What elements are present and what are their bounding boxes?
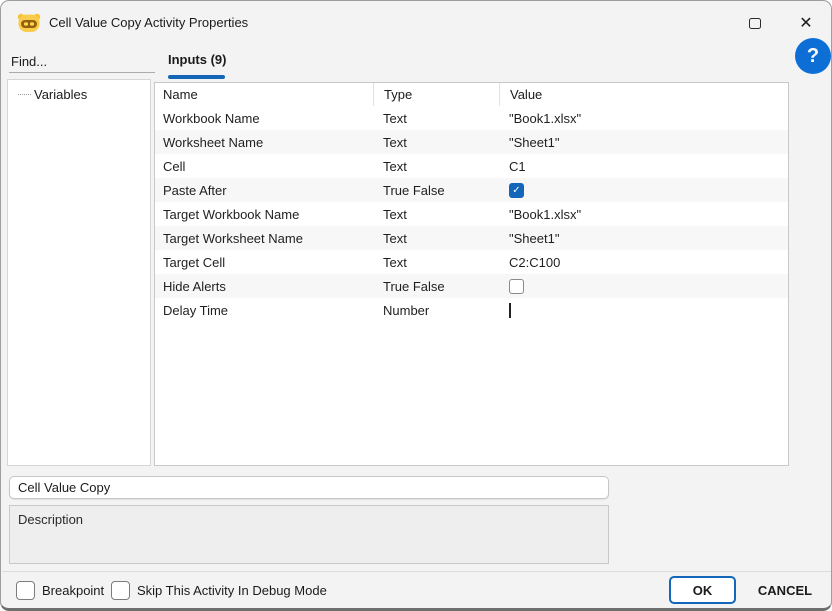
tree-item-variables[interactable]: Variables	[8, 87, 150, 102]
cell-name: Target Cell	[155, 255, 373, 270]
tab-inputs[interactable]: Inputs (9)	[168, 52, 227, 67]
tree-connector	[18, 94, 31, 95]
value-text: "Sheet1"	[509, 135, 559, 150]
cell-value[interactable]: C2:C100	[499, 255, 788, 270]
cell-name: Workbook Name	[155, 111, 373, 126]
cell-name: Paste After	[155, 183, 373, 198]
value-text: C1	[509, 159, 526, 174]
title-bar[interactable]: Cell Value Copy Activity Properties ✕	[1, 1, 831, 46]
properties-dialog: Cell Value Copy Activity Properties ✕ ? …	[0, 0, 832, 611]
robot-app-icon	[16, 10, 42, 36]
close-button[interactable]: ✕	[791, 8, 821, 38]
table-row: Hide Alerts True False	[155, 274, 788, 298]
maximize-icon	[749, 18, 761, 29]
cell-name: Hide Alerts	[155, 279, 373, 294]
skip-debug-label: Skip This Activity In Debug Mode	[137, 583, 327, 598]
table-body: Workbook Name Text "Book1.xlsx" Workshee…	[155, 106, 788, 322]
cancel-button[interactable]: CANCEL	[747, 576, 823, 604]
value-text: C2:C100	[509, 255, 560, 270]
breakpoint-label: Breakpoint	[42, 583, 104, 598]
cell-type: Text	[373, 111, 499, 126]
help-button[interactable]: ?	[795, 38, 831, 74]
tree-item-label: Variables	[34, 87, 87, 102]
cell-name: Cell	[155, 159, 373, 174]
cell-type: Text	[373, 135, 499, 150]
cell-name: Delay Time	[155, 303, 373, 318]
description-textarea[interactable]: Description	[9, 505, 609, 564]
footer-divider	[2, 571, 832, 572]
activity-name-input[interactable]: Cell Value Copy	[9, 476, 609, 499]
table-row: Target Workbook Name Text "Book1.xlsx"	[155, 202, 788, 226]
cell-value[interactable]: ✓	[499, 183, 788, 198]
table-header: Name Type Value	[155, 83, 788, 106]
cell-type: True False	[373, 279, 499, 294]
cell-name: Worksheet Name	[155, 135, 373, 150]
cell-type: True False	[373, 183, 499, 198]
cell-value[interactable]: "Sheet1"	[499, 135, 788, 150]
value-text: "Sheet1"	[509, 231, 559, 246]
table-row: Worksheet Name Text "Sheet1"	[155, 130, 788, 154]
column-header-name: Name	[155, 87, 373, 102]
cell-type: Number	[373, 303, 499, 318]
inputs-table: Name Type Value Workbook Name Text "Book…	[154, 82, 789, 466]
table-row: Target Worksheet Name Text "Sheet1"	[155, 226, 788, 250]
cell-name: Target Workbook Name	[155, 207, 373, 222]
help-icon: ?	[807, 45, 819, 68]
value-text: "Book1.xlsx"	[509, 207, 581, 222]
table-row: Target Cell Text C2:C100	[155, 250, 788, 274]
find-input[interactable]: Find...	[9, 51, 155, 73]
window-title: Cell Value Copy Activity Properties	[49, 15, 248, 30]
close-icon: ✕	[799, 13, 812, 33]
tab-active-underline	[168, 75, 225, 79]
cell-type: Text	[373, 207, 499, 222]
column-header-type: Type	[373, 83, 499, 106]
text-caret	[509, 303, 511, 318]
table-row: Paste After True False ✓	[155, 178, 788, 202]
table-row: Workbook Name Text "Book1.xlsx"	[155, 106, 788, 130]
ok-button[interactable]: OK	[669, 576, 736, 604]
cell-value[interactable]: C1	[499, 159, 788, 174]
cell-name: Target Worksheet Name	[155, 231, 373, 246]
maximize-button[interactable]	[741, 9, 769, 37]
cell-value[interactable]: "Sheet1"	[499, 231, 788, 246]
cell-type: Text	[373, 231, 499, 246]
skip-debug-checkbox[interactable]	[111, 581, 130, 600]
table-row: Cell Text C1	[155, 154, 788, 178]
cell-value[interactable]: "Book1.xlsx"	[499, 111, 788, 126]
table-row: Delay Time Number	[155, 298, 788, 322]
cell-type: Text	[373, 255, 499, 270]
cell-value[interactable]: "Book1.xlsx"	[499, 207, 788, 222]
column-header-value: Value	[499, 83, 788, 106]
cell-value[interactable]	[499, 279, 788, 294]
checkbox-checked-icon[interactable]: ✓	[509, 183, 524, 198]
cell-type: Text	[373, 159, 499, 174]
checkbox-unchecked-icon[interactable]	[509, 279, 524, 294]
breakpoint-checkbox[interactable]	[16, 581, 35, 600]
cell-value[interactable]	[499, 303, 788, 318]
value-text: "Book1.xlsx"	[509, 111, 581, 126]
variables-tree-panel: Variables	[7, 79, 151, 466]
